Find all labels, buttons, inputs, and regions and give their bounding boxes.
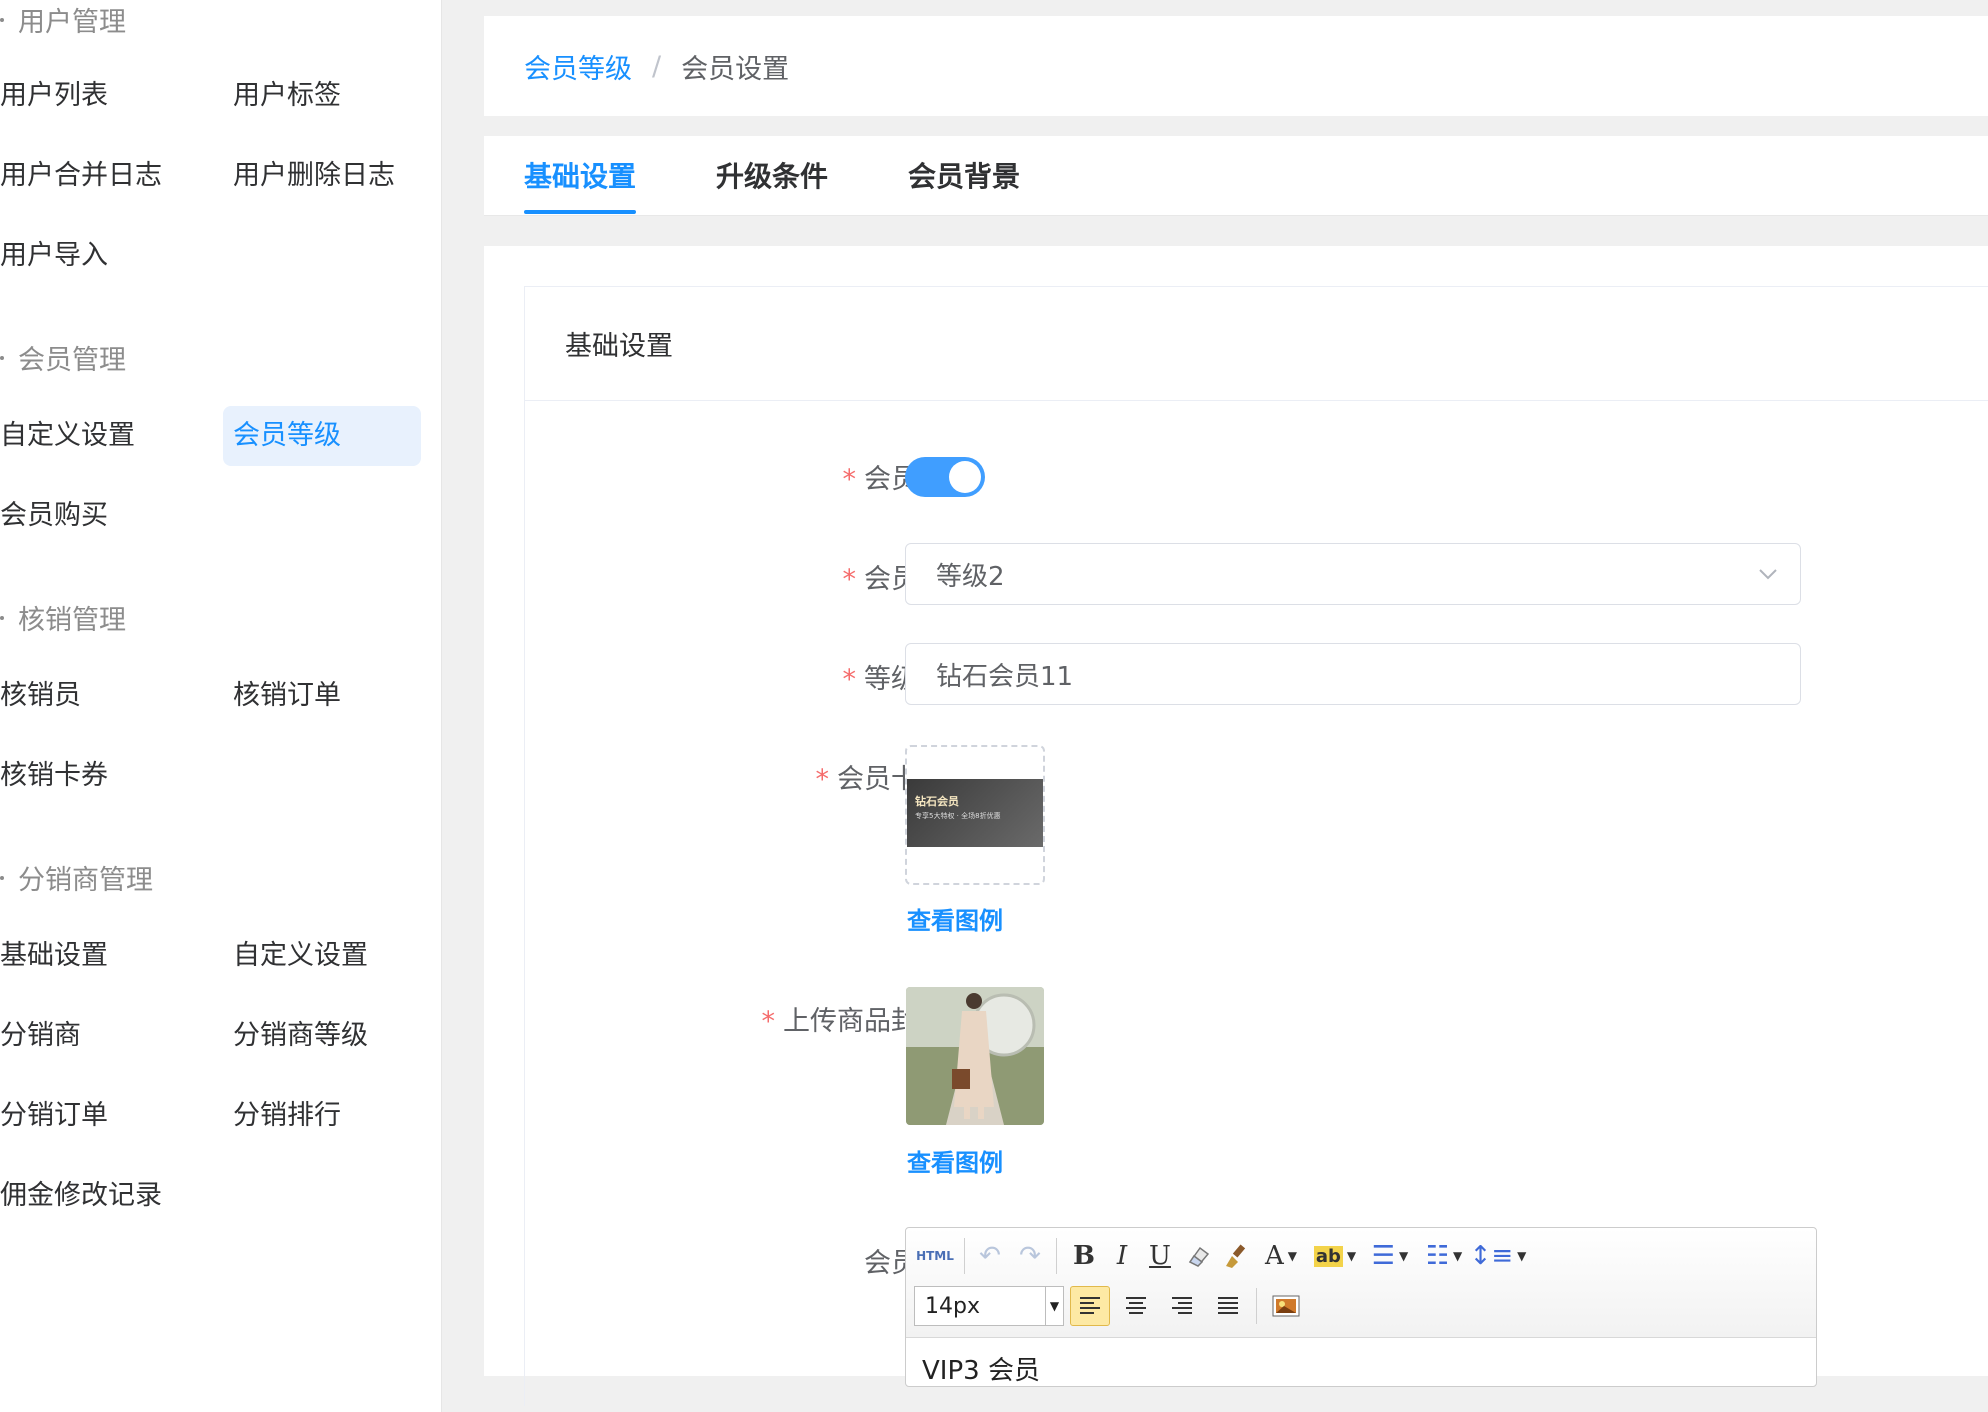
font-size-value: 14px [925,1293,980,1319]
sidebar-item-distributors[interactable]: 分销商 [0,1006,81,1066]
required-mark: * [842,564,857,595]
member-level-select[interactable]: 等级2 [905,543,1801,605]
sidebar-item-distributor-level[interactable]: 分销商等级 [233,1006,368,1066]
eraser-icon[interactable] [1180,1238,1216,1274]
level-name-input[interactable]: 钻石会员11 [905,643,1801,705]
tab-basic-settings[interactable]: 基础设置 [524,136,637,216]
required-mark: * [842,664,857,695]
align-right-icon[interactable] [1162,1288,1202,1324]
required-mark: * [761,1006,776,1037]
sidebar-item-member-purchase[interactable]: 会员购买 [0,486,108,546]
align-left-icon[interactable] [1070,1286,1110,1326]
align-center-icon[interactable] [1116,1288,1156,1324]
line-height-icon[interactable]: ↕≡ ▼ [1470,1238,1527,1274]
sidebar: 用户管理 用户列表 用户标签 用户合并日志 用户删除日志 用户导入 会员管理 自… [0,0,442,1412]
tab-upgrade-conditions[interactable]: 升级条件 [716,136,828,216]
sidebar-item-user-list[interactable]: 用户列表 [0,66,108,126]
bold-icon[interactable]: B [1066,1238,1102,1274]
breadcrumb-separator: / [652,50,662,82]
breadcrumb-parent-link[interactable]: 会员等级 [524,47,632,86]
rules-editor[interactable]: HTML ↶ ↷ B I U A ▼ ab ▼ ☰ ▼ ☷ ▼ ↕≡ ▼ 14p… [905,1227,1817,1387]
sidebar-item-verify-orders[interactable]: 核销订单 [233,666,341,726]
format-painter-icon[interactable] [1218,1238,1254,1274]
sidebar-item-dist-ranking[interactable]: 分销排行 [233,1086,341,1146]
html-source-button[interactable]: HTML [916,1238,954,1274]
underline-icon[interactable]: U [1142,1238,1178,1274]
product-cover-example-link[interactable]: 查看图例 [907,1143,1003,1178]
editor-content[interactable]: VIP3 会员 [922,1350,1040,1387]
sidebar-item-user-delete-log[interactable]: 用户删除日志 [233,146,395,206]
font-size-select[interactable]: 14px ▼ [914,1286,1064,1326]
align-justify-icon[interactable] [1208,1288,1248,1324]
ordered-list-icon[interactable]: ☰ ▼ [1366,1238,1414,1274]
sidebar-item-dist-orders[interactable]: 分销订单 [0,1086,108,1146]
italic-icon[interactable]: I [1104,1238,1140,1274]
sidebar-item-member-level[interactable]: 会员等级 [223,406,421,466]
group-title-verify[interactable]: 核销管理 [0,598,126,637]
editor-toolbar: HTML ↶ ↷ B I U A ▼ ab ▼ ☰ ▼ ☷ ▼ ↕≡ ▼ 14p… [906,1228,1816,1338]
sidebar-item-commission-log[interactable]: 佣金修改记录 [0,1166,162,1226]
switch-knob [949,461,981,493]
chevron-down-icon [1759,569,1777,580]
level-name-value: 钻石会员11 [936,661,1074,692]
tab-member-background[interactable]: 会员背景 [908,136,1020,216]
font-color-icon[interactable]: A ▼ [1258,1238,1304,1274]
sidebar-item-user-tags[interactable]: 用户标签 [233,66,341,126]
section-title: 基础设置 [525,287,1988,401]
tab-bar: 基础设置 升级条件 会员背景 [484,136,1988,216]
redo-icon[interactable]: ↷ [1012,1238,1048,1274]
product-photo [906,987,1044,1125]
unordered-list-icon[interactable]: ☷ ▼ [1420,1238,1468,1274]
required-mark: * [842,464,857,495]
content-panel: 基础设置 *会员状态 *会员等级 等级2 *等级名称 钻石会员11 *会员卡封面 [484,246,1988,1406]
settings-card: 基础设置 *会员状态 *会员等级 等级2 *等级名称 钻石会员11 *会员卡封面 [524,286,1988,1406]
cover-subtitle: 专享5大特权 · 全场8折优惠 [915,812,1001,820]
breadcrumb-current: 会员设置 [681,53,790,85]
group-title-member[interactable]: 会员管理 [0,338,126,377]
undo-icon[interactable]: ↶ [972,1238,1008,1274]
cover-title: 钻石会员 [915,795,959,808]
required-mark: * [815,764,830,795]
sidebar-item-verifier[interactable]: 核销员 [0,666,81,726]
sidebar-item-basic-settings[interactable]: 基础设置 [0,926,108,986]
highlight-icon[interactable]: ab ▼ [1310,1238,1360,1274]
group-title-user[interactable]: 用户管理 [0,0,126,39]
member-level-value: 等级2 [936,561,1005,592]
insert-image-icon[interactable] [1266,1288,1306,1324]
sidebar-item-dist-custom-settings[interactable]: 自定义设置 [233,926,368,986]
sidebar-item-custom-settings[interactable]: 自定义设置 [0,406,135,466]
sidebar-item-user-import[interactable]: 用户导入 [0,226,108,286]
card-cover-upload[interactable]: 钻石会员 专享5大特权 · 全场8折优惠 [905,745,1045,885]
caret-down-icon: ▼ [1045,1287,1063,1325]
group-title-distribution[interactable]: 分销商管理 [0,858,153,897]
breadcrumb: 会员等级 / 会员设置 [484,16,1988,116]
product-cover-image[interactable] [906,987,1044,1125]
card-cover-example-link[interactable]: 查看图例 [907,901,1003,936]
member-status-switch[interactable] [905,457,985,497]
card-cover-image: 钻石会员 专享5大特权 · 全场8折优惠 [907,779,1043,847]
sidebar-item-user-merge-log[interactable]: 用户合并日志 [0,146,162,206]
sidebar-item-verify-coupons[interactable]: 核销卡券 [0,746,108,806]
